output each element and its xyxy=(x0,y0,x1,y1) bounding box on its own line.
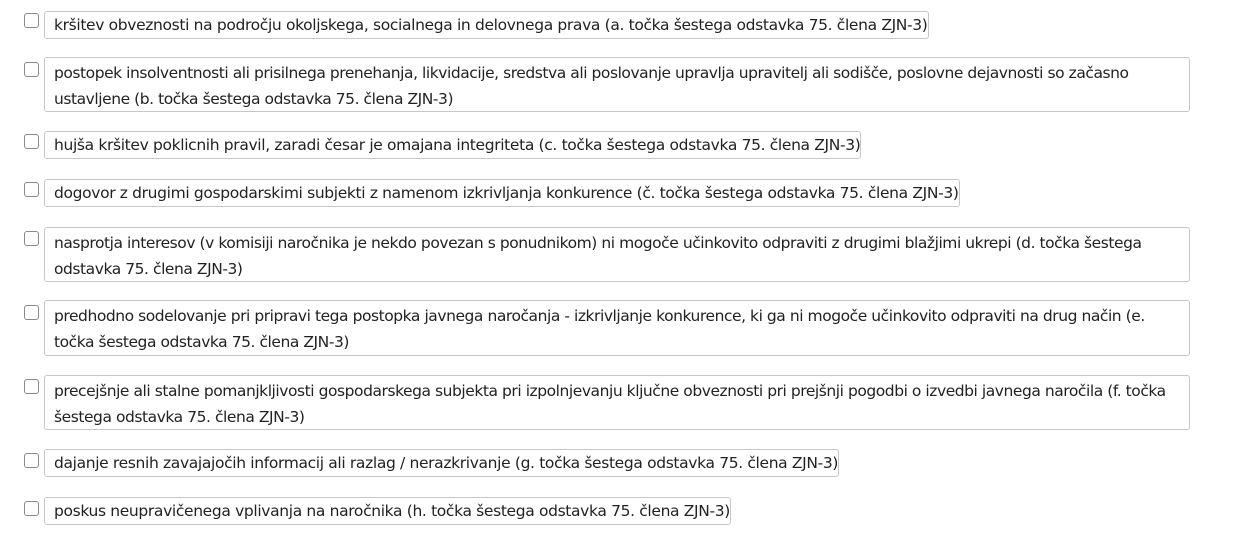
checkbox-c[interactable] xyxy=(24,134,39,149)
checkbox-c-caron[interactable] xyxy=(24,182,39,197)
option-label[interactable]: postopek insolventnosti ali prisilnega p… xyxy=(54,60,1177,112)
option-label[interactable]: hujša kršitev poklicnih pravil, zaradi č… xyxy=(54,132,861,158)
option-box[interactable]: dogovor z drugimi gospodarskimi subjekti… xyxy=(44,179,960,207)
option-label[interactable]: dogovor z drugimi gospodarskimi subjekti… xyxy=(54,180,959,206)
option-label[interactable]: dajanje resnih zavajajočih informacij al… xyxy=(54,450,838,476)
checkbox-e[interactable] xyxy=(24,305,39,320)
checkbox-b[interactable] xyxy=(24,62,39,77)
option-box[interactable]: poskus neupravičenega vplivanja na naroč… xyxy=(44,497,731,525)
checkbox-f[interactable] xyxy=(24,379,39,394)
checkbox-a[interactable] xyxy=(24,13,39,28)
option-box[interactable]: predhodno sodelovanje pri pripravi tega … xyxy=(44,300,1190,356)
checkbox-g[interactable] xyxy=(24,453,39,468)
option-box[interactable]: nasprotja interesov (v komisiji naročnik… xyxy=(44,227,1190,282)
option-box[interactable]: hujša kršitev poklicnih pravil, zaradi č… xyxy=(44,131,862,159)
option-label[interactable]: predhodno sodelovanje pri pripravi tega … xyxy=(54,303,1177,355)
option-label[interactable]: precejšnje ali stalne pomanjkljivosti go… xyxy=(54,378,1177,430)
option-box[interactable]: dajanje resnih zavajajočih informacij al… xyxy=(44,449,840,477)
option-box[interactable]: precejšnje ali stalne pomanjkljivosti go… xyxy=(44,375,1190,430)
option-label[interactable]: kršitev obveznosti na področju okoljskeg… xyxy=(54,12,928,38)
checkbox-h[interactable] xyxy=(24,501,39,516)
checkbox-d[interactable] xyxy=(24,231,39,246)
option-label[interactable]: nasprotja interesov (v komisiji naročnik… xyxy=(54,230,1177,282)
option-box[interactable]: kršitev obveznosti na področju okoljskeg… xyxy=(44,11,929,39)
option-label[interactable]: poskus neupravičenega vplivanja na naroč… xyxy=(54,498,730,524)
option-box[interactable]: postopek insolventnosti ali prisilnega p… xyxy=(44,57,1190,112)
